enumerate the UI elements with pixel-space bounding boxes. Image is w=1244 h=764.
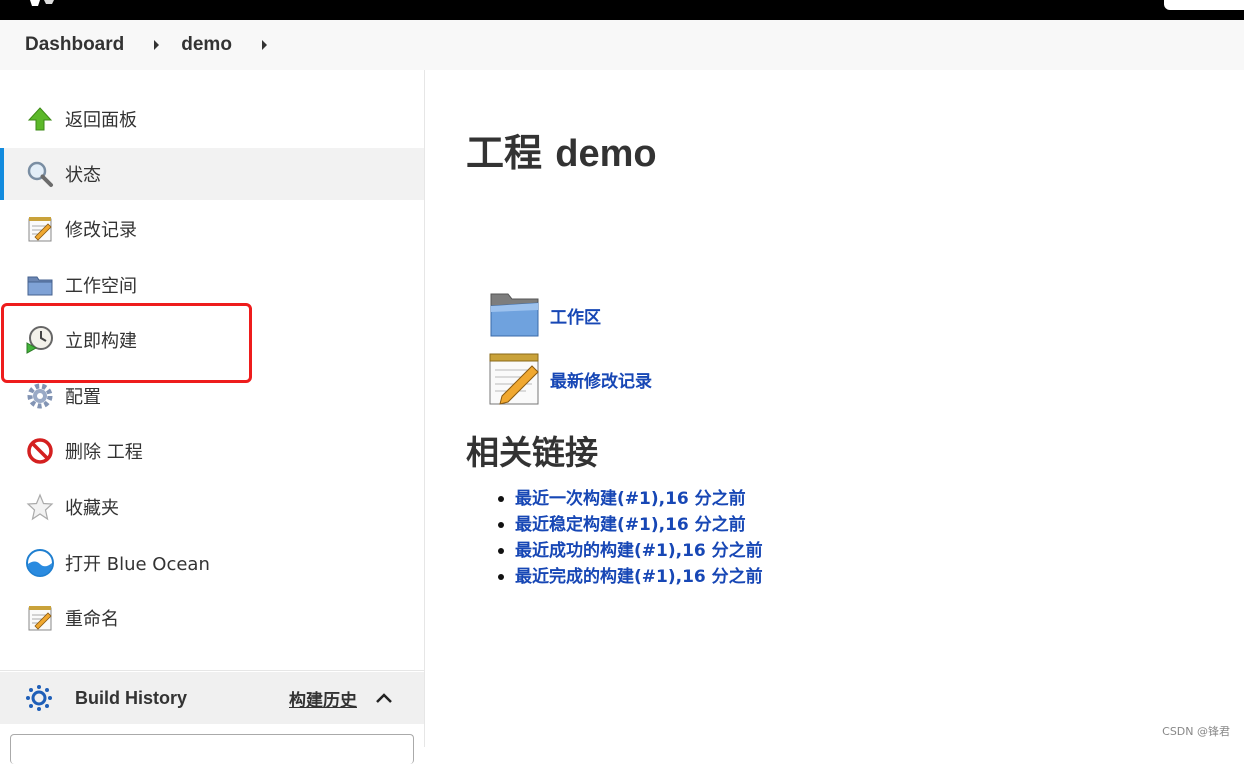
watermark: CSDN @锋君 [1162,723,1230,739]
task-workspace[interactable]: 工作空间 [0,259,424,311]
notepad-icon [25,214,55,244]
latest-changes-link[interactable]: 最新修改记录 [488,352,652,406]
up-arrow-icon [25,104,55,134]
gear-icon [25,381,55,411]
main-panel: 工程 demo 工作区 最新修改记录 相关链接 最近一次构建(#1),16 分之… [426,70,1244,747]
task-open-blue-ocean[interactable]: 打开 Blue Ocean [0,537,424,589]
star-icon [25,492,55,522]
workspace-link-label[interactable]: 工作区 [550,303,601,328]
task-rename[interactable]: 重命名 [0,592,424,644]
breadcrumb: Dashboard demo [0,20,1244,70]
task-configure[interactable]: 配置 [0,370,424,422]
task-build-now[interactable]: 立即构建 [0,314,424,366]
task-favorite[interactable]: 收藏夹 [0,481,424,533]
top-header-bar [0,0,1244,20]
permalink-last-stable-build[interactable]: 最近稳定构建(#1),16 分之前 [515,515,746,535]
permalink-last-completed-build[interactable]: 最近完成的构建(#1),16 分之前 [515,567,763,587]
task-label: 立即构建 [65,327,137,353]
magnifier-icon [25,159,55,189]
task-label: 返回面板 [65,106,137,132]
task-status[interactable]: 状态 [0,148,424,200]
build-history-title: Build History [75,688,187,709]
task-changes[interactable]: 修改记录 [0,203,424,255]
build-history-header: Build History 构建历史 [0,672,424,724]
breadcrumb-chevron-icon[interactable] [262,40,267,50]
clock-play-icon [25,325,55,355]
build-history-filter-input[interactable] [10,734,414,764]
page-title-prefix: 工程 [466,131,542,175]
task-label: 状态 [65,161,101,187]
breadcrumb-demo[interactable]: demo [181,34,232,56]
sidebar: 返回面板 状态 修改记录 工 [0,70,425,747]
page-title: 工程 demo [466,122,657,177]
task-label: 删除 工程 [65,438,143,464]
divider [0,670,424,671]
page-title-name: demo [555,133,656,175]
breadcrumb-chevron-icon[interactable] [154,40,159,50]
task-back-to-dashboard[interactable]: 返回面板 [0,93,424,145]
related-links-heading: 相关链接 [466,426,598,474]
search-box[interactable] [1164,0,1244,10]
build-history-trend-link[interactable]: 构建历史 [289,686,357,711]
list-item: 最近稳定构建(#1),16 分之前 [515,512,763,538]
permalink-last-successful-build[interactable]: 最近成功的构建(#1),16 分之前 [515,541,763,561]
list-item: 最近一次构建(#1),16 分之前 [515,486,763,512]
task-label: 配置 [65,383,101,409]
large-notepad-icon [488,352,542,406]
task-label: 收藏夹 [65,494,119,520]
jenkins-logo-icon[interactable] [28,0,58,8]
blue-ocean-icon [25,548,55,578]
task-label: 工作空间 [65,272,137,298]
task-label: 打开 Blue Ocean [65,550,210,576]
chevron-up-icon[interactable] [374,688,394,708]
notepad-icon [25,603,55,633]
task-label: 重命名 [65,605,119,631]
list-item: 最近完成的构建(#1),16 分之前 [515,564,763,590]
workspace-link[interactable]: 工作区 [488,288,601,342]
permalink-list: 最近一次构建(#1),16 分之前 最近稳定构建(#1),16 分之前 最近成功… [515,486,763,590]
folder-icon [25,270,55,300]
task-delete-project[interactable]: 删除 工程 [0,425,424,477]
large-folder-icon [488,288,542,342]
permalink-last-build[interactable]: 最近一次构建(#1),16 分之前 [515,489,746,509]
latest-changes-link-label[interactable]: 最新修改记录 [550,367,652,392]
list-item: 最近成功的构建(#1),16 分之前 [515,538,763,564]
breadcrumb-dashboard[interactable]: Dashboard [25,34,124,56]
build-history-icon [25,684,53,712]
no-entry-icon [25,436,55,466]
task-label: 修改记录 [65,216,137,242]
